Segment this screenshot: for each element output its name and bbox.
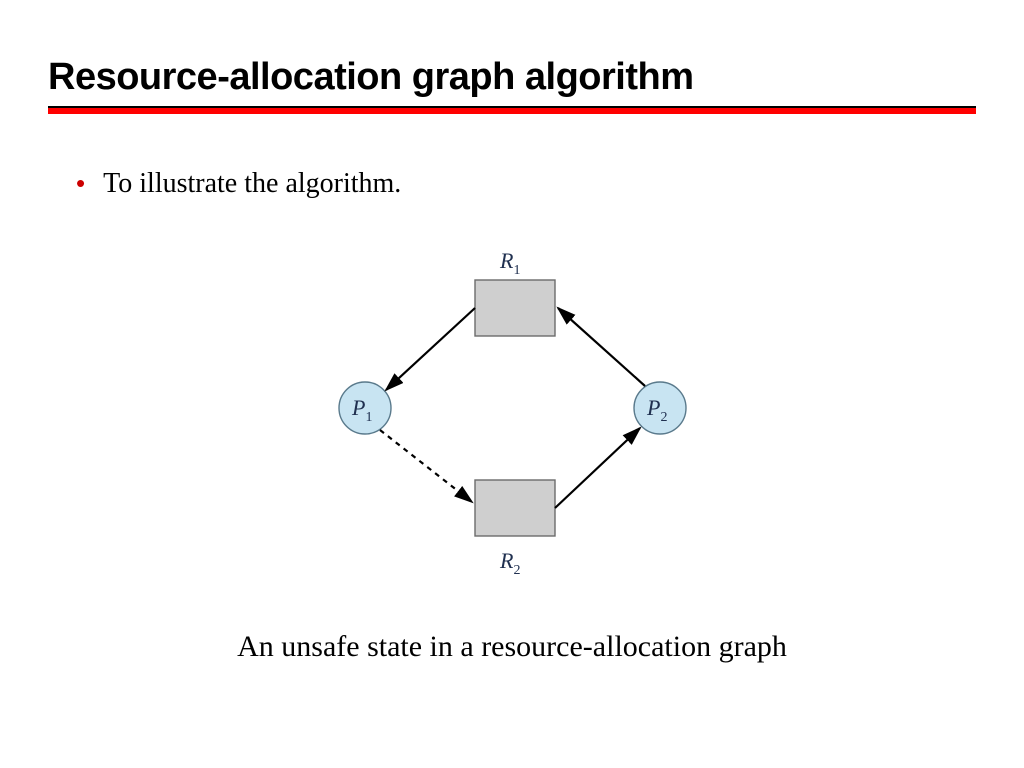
bullet-marker-icon: •	[76, 170, 85, 196]
edge-p1-to-r2-claim	[380, 430, 472, 502]
label-r2: R2	[499, 548, 520, 578]
label-r1: R1	[499, 248, 520, 278]
edge-p2-to-r1	[558, 308, 645, 386]
resource-r1	[475, 280, 555, 336]
edge-r2-to-p2	[555, 428, 640, 508]
resource-allocation-diagram: R1 R2 P1 P2	[300, 230, 720, 590]
resource-r2	[475, 480, 555, 536]
edge-r1-to-p1	[386, 308, 475, 390]
bullet-item: • To illustrate the algorithm.	[76, 168, 401, 200]
diagram-caption: An unsafe state in a resource-allocation…	[0, 630, 1024, 664]
title-rule-red	[48, 108, 976, 114]
slide: Resource-allocation graph algorithm • To…	[0, 0, 1024, 768]
bullet-text: To illustrate the algorithm.	[103, 168, 401, 200]
slide-title: Resource-allocation graph algorithm	[48, 56, 694, 99]
